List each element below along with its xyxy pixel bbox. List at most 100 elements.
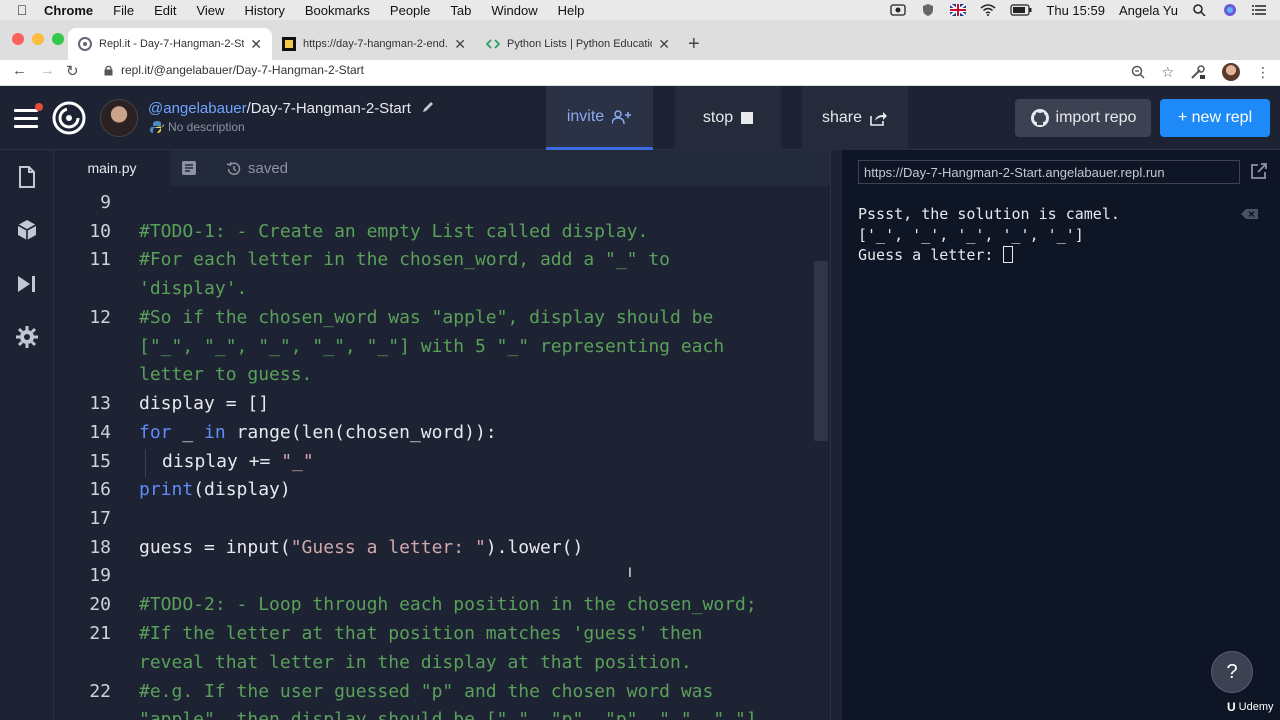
notification-dot bbox=[35, 103, 43, 111]
menu-history[interactable]: History bbox=[244, 3, 284, 18]
invite-button[interactable]: invite bbox=[546, 86, 653, 150]
code-line: display += "_" bbox=[162, 451, 314, 472]
new-tab-icon[interactable]: + bbox=[688, 33, 700, 56]
line-number: 10 bbox=[89, 221, 111, 242]
code-line: 'display'. bbox=[139, 278, 248, 299]
files-icon[interactable] bbox=[15, 165, 39, 189]
apple-icon[interactable]:  bbox=[0, 2, 44, 18]
saved-label: saved bbox=[248, 160, 289, 177]
code-token: guess = input( bbox=[139, 537, 291, 558]
code-line: letter to guess. bbox=[139, 364, 313, 385]
minimize-window-button[interactable] bbox=[32, 33, 44, 45]
macos-menu-bar:  Chrome File Edit View History Bookmark… bbox=[0, 0, 1280, 20]
code-favicon-icon bbox=[486, 39, 500, 49]
menu-people[interactable]: People bbox=[390, 3, 430, 18]
repl-title[interactable]: @angelabauer/Day-7-Hangman-2-Start bbox=[148, 100, 435, 117]
text-cursor-icon: I bbox=[628, 564, 632, 580]
zoom-icon[interactable] bbox=[1131, 65, 1145, 79]
profile-avatar[interactable] bbox=[1222, 63, 1240, 81]
udemy-logo-icon: U bbox=[1227, 700, 1236, 714]
replit-logo-icon[interactable] bbox=[52, 101, 86, 135]
code-line: display = [] bbox=[139, 393, 270, 414]
open-in-new-tab-icon[interactable] bbox=[1250, 162, 1268, 180]
owner-avatar[interactable] bbox=[100, 99, 138, 137]
wifi-icon[interactable] bbox=[980, 4, 996, 16]
line-number: 13 bbox=[89, 393, 111, 414]
extension-icon[interactable] bbox=[1190, 64, 1206, 80]
console-output-line: ['_', '_', '_', '_', '_'] bbox=[858, 226, 1084, 244]
code-line: ["_", "_", "_", "_", "_"] with 5 "_" rep… bbox=[139, 336, 725, 357]
line-number: 12 bbox=[89, 307, 111, 328]
menu-bookmarks[interactable]: Bookmarks bbox=[305, 3, 370, 18]
code-line: #For each letter in the chosen_word, add… bbox=[139, 249, 671, 270]
stop-button[interactable]: stop bbox=[675, 86, 781, 150]
site-favicon-icon bbox=[282, 37, 296, 51]
string-token: "Guess a letter: " bbox=[290, 537, 486, 558]
repl-owner-link[interactable]: @angelabauer bbox=[148, 100, 247, 117]
tab-replit[interactable]: Repl.it - Day-7-Hangman-2-Star ✕ bbox=[68, 28, 272, 60]
share-icon bbox=[870, 112, 888, 126]
maximize-window-button[interactable] bbox=[52, 33, 64, 45]
screen-record-icon[interactable] bbox=[890, 4, 907, 16]
pane-divider[interactable] bbox=[830, 150, 842, 720]
import-repo-button[interactable]: import repo bbox=[1015, 99, 1151, 137]
menu-clock[interactable]: Thu 15:59 bbox=[1046, 3, 1105, 18]
lock-icon bbox=[104, 65, 113, 75]
python-icon bbox=[150, 121, 164, 133]
editor-tabs: main.py saved bbox=[54, 150, 830, 186]
menu-help[interactable]: Help bbox=[558, 3, 585, 18]
share-button[interactable]: share bbox=[802, 86, 908, 150]
chrome-menu-icon[interactable]: ⋮ bbox=[1256, 64, 1270, 81]
browser-toolbar: ← → ↻ repl.it/@angelabauer/Day-7-Hangman… bbox=[0, 60, 1280, 86]
tab-python-lists[interactable]: Python Lists | Python Education ✕ bbox=[476, 28, 680, 60]
menu-edit[interactable]: Edit bbox=[154, 3, 176, 18]
close-window-button[interactable] bbox=[12, 33, 24, 45]
menu-chrome[interactable]: Chrome bbox=[44, 3, 93, 18]
shield-icon[interactable] bbox=[920, 4, 936, 16]
settings-gear-icon[interactable] bbox=[15, 325, 39, 349]
console-prompt: Guess a letter: bbox=[858, 246, 1003, 264]
code-line: #TODO-1: - Create an empty List called d… bbox=[139, 221, 649, 242]
repl-run-url[interactable]: https://Day-7-Hangman-2-Start.angelabaue… bbox=[858, 160, 1240, 184]
packages-icon[interactable] bbox=[15, 218, 39, 242]
file-tab-main-py[interactable]: main.py bbox=[54, 150, 170, 186]
address-bar[interactable]: repl.it/@angelabauer/Day-7-Hangman-2-Sta… bbox=[104, 63, 364, 77]
code-line: "apple", then display should be ["_", "p… bbox=[139, 709, 768, 720]
menu-window[interactable]: Window bbox=[491, 3, 537, 18]
back-icon[interactable]: ← bbox=[12, 62, 27, 79]
tab-hangman-end[interactable]: https://day-7-hangman-2-end.a ✕ bbox=[272, 28, 476, 60]
siri-icon[interactable] bbox=[1222, 4, 1238, 16]
new-repl-button[interactable]: + new repl bbox=[1160, 99, 1270, 137]
clear-console-icon[interactable] bbox=[1241, 208, 1259, 220]
file-history-icon[interactable] bbox=[181, 160, 197, 176]
menu-user[interactable]: Angela Yu bbox=[1119, 3, 1178, 18]
saved-history-icon bbox=[226, 161, 241, 175]
console-pane: https://Day-7-Hangman-2-Start.angelabaue… bbox=[842, 150, 1280, 720]
hamburger-menu-icon[interactable] bbox=[14, 103, 43, 133]
notification-center-icon[interactable] bbox=[1252, 4, 1268, 16]
uk-flag-icon[interactable] bbox=[950, 4, 967, 16]
tab-label: Python Lists | Python Education bbox=[507, 38, 653, 50]
help-button[interactable]: ? bbox=[1211, 651, 1253, 693]
menu-view[interactable]: View bbox=[196, 3, 224, 18]
forward-icon[interactable]: → bbox=[40, 62, 55, 79]
close-tab-icon[interactable]: ✕ bbox=[454, 36, 466, 53]
code-line: #So if the chosen_word was "apple", disp… bbox=[139, 307, 714, 328]
add-user-icon bbox=[612, 109, 632, 124]
save-status: saved bbox=[226, 160, 288, 177]
bookmark-star-icon[interactable]: ☆ bbox=[1161, 64, 1174, 81]
debugger-icon[interactable] bbox=[15, 272, 39, 296]
menu-tab[interactable]: Tab bbox=[450, 3, 471, 18]
menu-file[interactable]: File bbox=[113, 3, 134, 18]
line-number: 17 bbox=[89, 508, 111, 529]
repl-description[interactable]: No description bbox=[150, 120, 245, 134]
edit-pencil-icon[interactable] bbox=[421, 100, 435, 114]
editor-scrollbar[interactable] bbox=[814, 261, 828, 441]
search-icon[interactable] bbox=[1192, 4, 1208, 16]
close-tab-icon[interactable]: ✕ bbox=[658, 36, 670, 53]
repl-name: /Day-7-Hangman-2-Start bbox=[246, 100, 411, 117]
close-tab-icon[interactable]: ✕ bbox=[250, 36, 262, 53]
reload-icon[interactable]: ↻ bbox=[66, 62, 79, 80]
console-input-line[interactable]: Guess a letter: bbox=[858, 246, 1013, 264]
battery-icon[interactable] bbox=[1010, 4, 1032, 16]
